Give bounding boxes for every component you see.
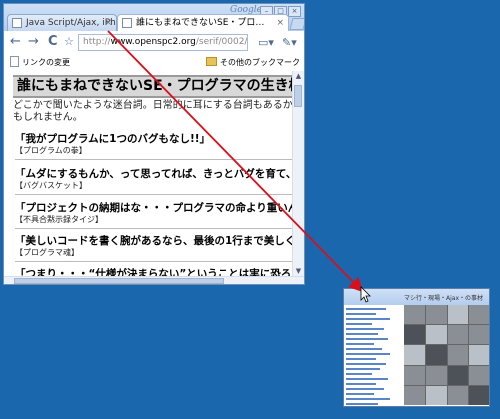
drag-arrow <box>107 30 364 293</box>
mouse-cursor-icon <box>360 286 371 303</box>
drag-arrow-overlay <box>107 30 371 303</box>
